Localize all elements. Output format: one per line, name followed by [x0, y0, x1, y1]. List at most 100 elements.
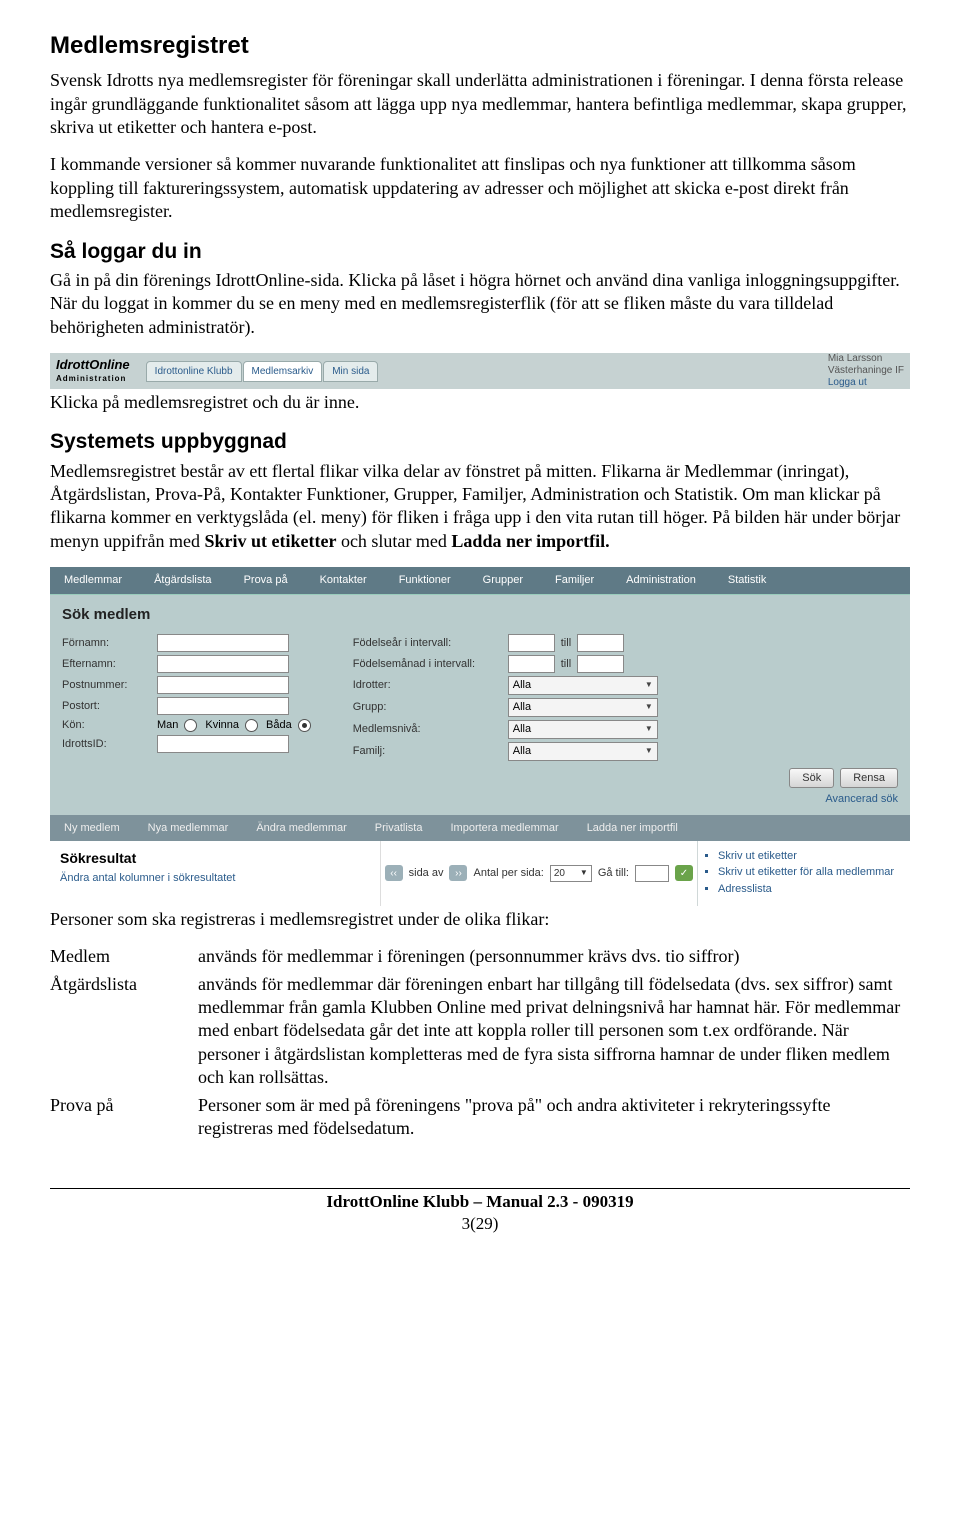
till-text-2: till: [561, 657, 571, 671]
admin-tabs: Idrottonline Klubb Medlemsarkiv Min sida: [146, 361, 380, 382]
goto-input[interactable]: [635, 865, 669, 882]
tab-medlemmar[interactable]: Medlemmar: [50, 567, 136, 593]
change-columns-link[interactable]: Ändra antal kolumner i sökresultatet: [60, 871, 370, 885]
label-idrotter: Idrotter:: [353, 678, 508, 692]
footer-pagenum: 3(29): [50, 1213, 910, 1235]
tab-grupper[interactable]: Grupper: [469, 567, 537, 593]
input-efternamn[interactable]: [157, 655, 289, 673]
tab-prova-pa[interactable]: Prova på: [230, 567, 302, 593]
label-medlemsniva: Medlemsnivå:: [353, 722, 508, 736]
action-privatlista[interactable]: Privatlista: [361, 815, 437, 841]
advanced-search-link[interactable]: Avancerad sök: [62, 792, 898, 806]
heading-system: Systemets uppbyggnad: [50, 428, 910, 455]
radio-bada[interactable]: [298, 719, 311, 732]
side-link-adresslista[interactable]: Adresslista: [718, 882, 904, 896]
search-panel: Sök medlem Förnamn: Efternamn: Postnumme…: [50, 594, 910, 815]
def-prova-pa: Personer som är med på föreningens "prov…: [198, 1094, 910, 1145]
input-postort[interactable]: [157, 697, 289, 715]
intro-paragraph-2: I kommande versioner så kommer nuvarande…: [50, 153, 910, 223]
per-page-select[interactable]: 20▼: [550, 865, 592, 882]
tab-idrottonline-klubb[interactable]: Idrottonline Klubb: [146, 361, 242, 382]
user-name: Mia Larsson: [828, 353, 904, 365]
term-atgardslista: Åtgärdslista: [50, 973, 198, 1094]
action-bar: Ny medlem Nya medlemmar Ändra medlemmar …: [50, 815, 910, 841]
clear-button[interactable]: Rensa: [840, 768, 898, 788]
input-fodelsear-to[interactable]: [577, 634, 624, 652]
action-nya-medlemmar[interactable]: Nya medlemmar: [134, 815, 243, 841]
next-page-icon[interactable]: ››: [449, 865, 467, 881]
label-grupp: Grupp:: [353, 700, 508, 714]
radio-man-label: Man: [157, 718, 178, 732]
input-fodelsemanad-to[interactable]: [577, 655, 624, 673]
chevron-down-icon: ▼: [645, 702, 653, 712]
input-idrottsid[interactable]: [157, 735, 289, 753]
search-panel-title: Sök medlem: [62, 605, 898, 625]
input-fodelsear-from[interactable]: [508, 634, 555, 652]
tab-familjer[interactable]: Familjer: [541, 567, 608, 593]
label-postort: Postort:: [62, 699, 157, 713]
side-link-etiketter-alla[interactable]: Skriv ut etiketter för alla medlemmar: [718, 865, 904, 879]
chevron-down-icon: ▼: [645, 746, 653, 756]
goto-label: Gå till:: [598, 866, 629, 880]
label-fornamn: Förnamn:: [62, 636, 157, 650]
tab-statistik[interactable]: Statistik: [714, 567, 781, 593]
tab-kontakter[interactable]: Kontakter: [306, 567, 381, 593]
radio-man[interactable]: [184, 719, 197, 732]
label-postnummer: Postnummer:: [62, 678, 157, 692]
chevron-down-icon: ▼: [645, 680, 653, 690]
select-familj[interactable]: Alla▼: [508, 742, 658, 761]
after-banner-text: Klicka på medlemsregistret och du är inn…: [50, 391, 910, 414]
results-area: Sökresultat Ändra antal kolumner i sökre…: [50, 841, 910, 906]
tab-medlemsarkiv[interactable]: Medlemsarkiv: [243, 361, 323, 382]
select-idrotter[interactable]: Alla▼: [508, 676, 658, 695]
tab-min-sida[interactable]: Min sida: [323, 361, 378, 382]
definitions-table: Medlem används för medlemmar i föreninge…: [50, 945, 910, 1144]
input-fornamn[interactable]: [157, 634, 289, 652]
select-grupp[interactable]: Alla▼: [508, 698, 658, 717]
pagination: ‹‹ sida av ›› Antal per sida: 20▼ Gå til…: [380, 841, 697, 906]
results-title: Sökresultat: [60, 849, 370, 867]
input-postnummer[interactable]: [157, 676, 289, 694]
action-andra-medlemmar[interactable]: Ändra medlemmar: [242, 815, 360, 841]
medlemsregister-screenshot: Medlemmar Åtgärdslista Prova på Kontakte…: [50, 567, 910, 906]
label-idrottsid: IdrottsID:: [62, 737, 157, 751]
select-medlemsniva[interactable]: Alla▼: [508, 720, 658, 739]
action-importera[interactable]: Importera medlemmar: [436, 815, 572, 841]
label-efternamn: Efternamn:: [62, 657, 157, 671]
term-prova-pa: Prova på: [50, 1094, 198, 1145]
label-familj: Familj:: [353, 744, 508, 758]
label-fodelsear: Födelseår i intervall:: [353, 636, 508, 650]
action-ladda-ner[interactable]: Ladda ner importfil: [573, 815, 692, 841]
side-menu: Skriv ut etiketter Skriv ut etiketter fö…: [697, 841, 910, 906]
logo-subtext: Administration: [56, 374, 130, 384]
action-ny-medlem[interactable]: Ny medlem: [50, 815, 134, 841]
logout-link[interactable]: Logga ut: [828, 377, 904, 389]
idrottonline-logo: IdrottOnline Administration: [56, 357, 130, 384]
tab-atgardslista[interactable]: Åtgärdslista: [140, 567, 225, 593]
search-button[interactable]: Sök: [789, 768, 834, 788]
top-menu: Medlemmar Åtgärdslista Prova på Kontakte…: [50, 567, 910, 593]
login-paragraph: Gå in på din förenings IdrottOnline-sida…: [50, 269, 910, 339]
tab-administration[interactable]: Administration: [612, 567, 710, 593]
side-link-etiketter[interactable]: Skriv ut etiketter: [718, 849, 904, 863]
input-fodelsemanad-from[interactable]: [508, 655, 555, 673]
radio-bada-label: Båda: [266, 718, 292, 732]
def-medlem: används för medlemmar i föreningen (pers…: [198, 945, 910, 972]
chevron-down-icon: ▼: [645, 724, 653, 734]
intro-paragraph-1: Svensk Idrotts nya medlemsregister för f…: [50, 69, 910, 139]
def-atgardslista: används för medlemmar där föreningen enb…: [198, 973, 910, 1094]
tab-funktioner[interactable]: Funktioner: [385, 567, 465, 593]
radio-kvinna[interactable]: [245, 719, 258, 732]
system-paragraph: Medlemsregistret består av ett flertal f…: [50, 460, 910, 554]
radio-kvinna-label: Kvinna: [205, 718, 239, 732]
per-page-label: Antal per sida:: [473, 866, 543, 880]
go-button-icon[interactable]: ✓: [675, 865, 693, 881]
page-footer: IdrottOnline Klubb – Manual 2.3 - 090319…: [50, 1188, 910, 1235]
page-of-text: sida av: [409, 866, 444, 880]
logo-text: IdrottOnline: [56, 357, 130, 372]
admin-banner: IdrottOnline Administration Idrottonline…: [50, 353, 910, 389]
term-medlem: Medlem: [50, 945, 198, 972]
footer-title: IdrottOnline Klubb – Manual 2.3 - 090319: [50, 1191, 910, 1213]
prev-page-icon[interactable]: ‹‹: [385, 865, 403, 881]
till-text-1: till: [561, 636, 571, 650]
